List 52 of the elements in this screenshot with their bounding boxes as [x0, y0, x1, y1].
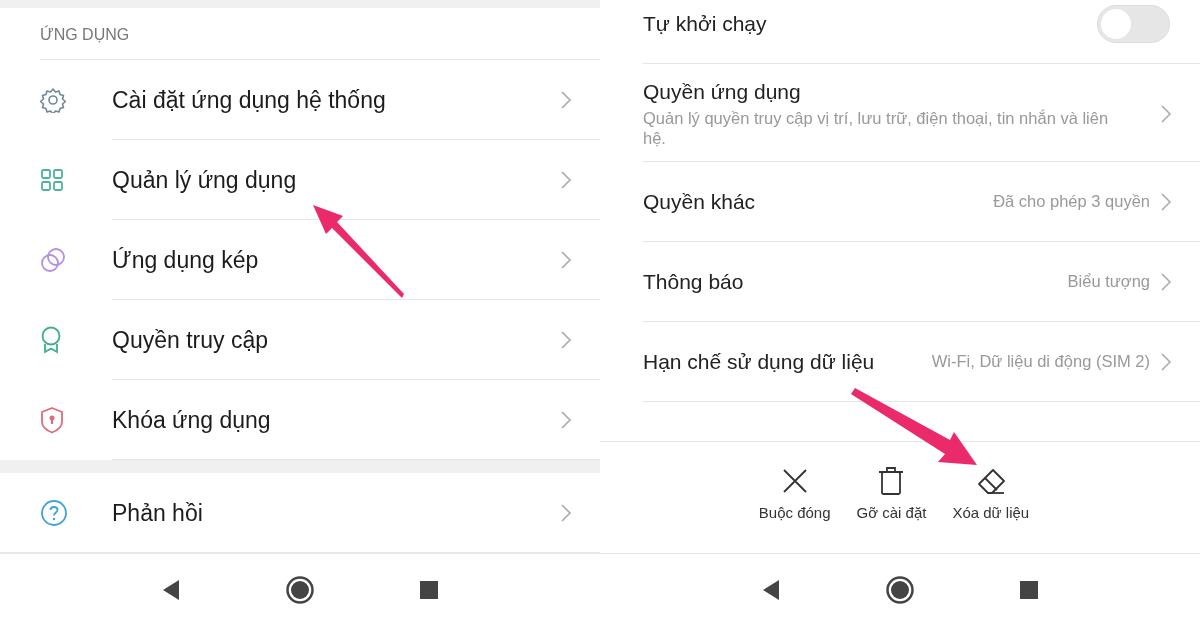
chevron-right-icon	[560, 170, 572, 190]
recents-icon[interactable]	[1019, 579, 1039, 600]
item-value: Biểu tượng	[1067, 272, 1150, 291]
grid-icon	[40, 168, 64, 192]
item-label: Ứng dụng kép	[112, 246, 260, 274]
settings-item[interactable]: Phản hồi	[0, 473, 600, 553]
item-label: Hạn chế sử dụng dữ liệu	[643, 349, 876, 374]
ribbon-icon	[40, 326, 62, 354]
chevron-right-icon	[560, 330, 572, 350]
recents-icon[interactable]	[419, 579, 439, 600]
shield-lock-icon	[40, 406, 64, 434]
settings-item[interactable]: Ứng dụng kép	[0, 220, 600, 300]
chevron-right-icon	[560, 90, 572, 110]
chevron-right-icon	[1160, 351, 1172, 372]
item-value: Wi-Fi, Dữ liệu di động (SIM 2)	[931, 352, 1150, 371]
item-label: Thông báo	[643, 269, 745, 294]
section-header: ỨNG DỤNG	[40, 26, 130, 43]
item-label: Khóa ứng dụng	[112, 406, 272, 434]
item-label: Quyền ứng dụng	[643, 79, 802, 104]
item-label: Quản lý ứng dụng	[112, 166, 298, 194]
settings-item[interactable]: Quyền truy cập	[0, 300, 600, 380]
overlapping-circles-icon	[40, 247, 66, 273]
chevron-right-icon	[1160, 103, 1172, 124]
item-description: Quản lý quyền truy cập vị trí, lưu trữ, điện thoại, tin nhắn và liên hệ.	[643, 107, 1110, 148]
settings-item[interactable]: Quyền khác Đã cho phép 3 quyền	[643, 162, 1200, 242]
gear-icon	[40, 87, 66, 113]
settings-item[interactable]: Cài đặt ứng dụng hệ thống	[0, 60, 600, 140]
home-icon[interactable]	[285, 574, 315, 605]
settings-item[interactable]: Khóa ứng dụng	[0, 380, 600, 460]
action-button[interactable]: Gỡ cài đặt	[856, 466, 927, 553]
back-icon[interactable]	[761, 578, 781, 601]
chevron-right-icon	[1160, 271, 1172, 292]
item-label: Phản hồi	[112, 499, 204, 527]
settings-item[interactable]: Quyền ứng dụng Quản lý quyền truy cập vị trí, lưu trữ, điện thoại, tin nhắn và liên hệ.	[643, 64, 1200, 162]
settings-item[interactable]: Quản lý ứng dụng	[0, 140, 600, 220]
item-label: Cài đặt ứng dụng hệ thống	[112, 86, 387, 114]
back-icon[interactable]	[161, 578, 181, 601]
toggle-switch[interactable]	[1097, 4, 1170, 43]
action-button[interactable]: Xóa dữ liệu	[952, 466, 1030, 553]
action-button[interactable]: Buộc đóng	[758, 466, 831, 553]
settings-item[interactable]: Thông báo Biểu tượng	[643, 242, 1200, 322]
chevron-right-icon	[560, 503, 572, 523]
home-icon[interactable]	[885, 574, 915, 605]
item-label: Quyền khác	[643, 189, 757, 214]
chevron-right-icon	[560, 410, 572, 430]
help-icon	[40, 499, 68, 527]
item-label: Tự khởi chạy	[643, 11, 768, 36]
chevron-right-icon	[1160, 191, 1172, 212]
chevron-right-icon	[560, 250, 572, 270]
item-value: Đã cho phép 3 quyền	[993, 192, 1150, 211]
trash-icon	[877, 466, 906, 496]
item-label: Quyền truy cập	[112, 326, 269, 354]
